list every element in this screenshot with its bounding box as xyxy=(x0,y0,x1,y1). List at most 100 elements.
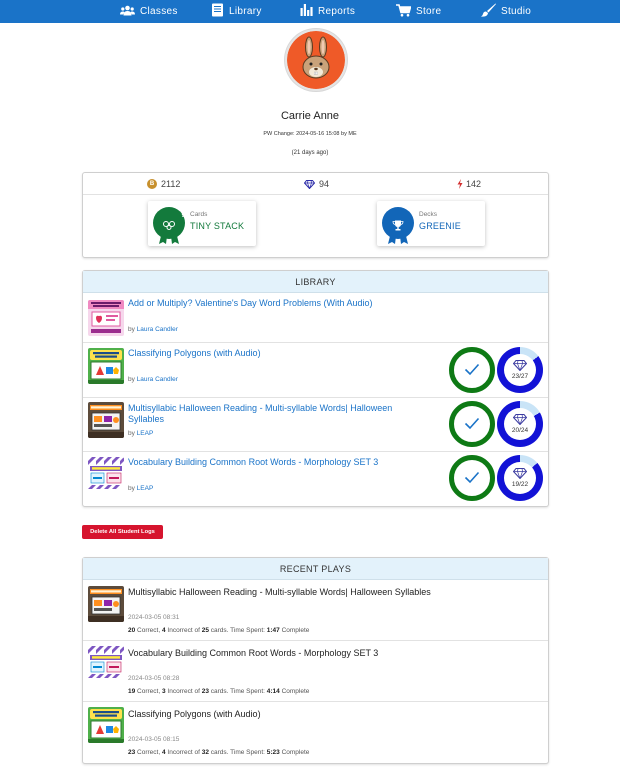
stats-row: B 2112 94 142 xyxy=(83,173,548,195)
decks-badge-label: Decks xyxy=(419,211,438,218)
time-spent: 4:14 xyxy=(266,688,280,695)
author-link[interactable]: Laura Candler xyxy=(137,326,178,333)
gem-progress-ring: 23/27 xyxy=(497,347,543,393)
byline-prefix: by xyxy=(128,376,137,383)
gem-progress-ring: 19/22 xyxy=(497,455,543,501)
byline-prefix: by xyxy=(128,430,137,437)
cards-label: cards. Time Spent: xyxy=(208,749,267,756)
library-item[interactable]: Classifying Polygons (with Audio) by Lau… xyxy=(83,343,548,398)
library-item-byline: by LEAP xyxy=(128,430,153,437)
library-item-title[interactable]: Add or Multiply? Valentine's Day Word Pr… xyxy=(128,298,428,309)
library-item-byline: by Laura Candler xyxy=(128,376,178,383)
play-date: 2024-03-05 08:28 xyxy=(128,675,180,682)
decks-ribbon-icon: 0 xyxy=(382,207,416,244)
incorrect-label: Incorrect of xyxy=(165,627,202,634)
cards-label: cards. Time Spent: xyxy=(208,627,267,634)
gems-stat: 94 xyxy=(304,179,329,189)
play-item-title[interactable]: Classifying Polygons (with Audio) xyxy=(128,709,261,719)
gem-score: 20/24 xyxy=(511,427,529,434)
top-nav: Classes Library Reports Store Studio xyxy=(0,0,620,23)
play-item[interactable]: Vocabulary Building Common Root Words - … xyxy=(83,641,548,702)
users-icon xyxy=(120,5,135,19)
time-spent: 5:23 xyxy=(266,749,280,756)
play-item-title[interactable]: Multisyllabic Halloween Reading - Multi-… xyxy=(128,587,431,597)
complete-check-icon xyxy=(449,401,495,447)
complete-label: Complete xyxy=(279,749,310,756)
library-item[interactable]: Multisyllabic Halloween Reading - Multi-… xyxy=(83,398,548,452)
thumbnail-vocabulary xyxy=(88,646,124,682)
delete-all-logs-button[interactable]: Delete All Student Logs xyxy=(82,525,163,539)
incorrect-label: Incorrect of xyxy=(165,688,202,695)
correct-label: Correct, xyxy=(135,688,162,695)
byline-prefix: by xyxy=(128,485,137,492)
nav-store-label: Store xyxy=(416,6,442,17)
incorrect-label: Incorrect of xyxy=(165,749,202,756)
play-item[interactable]: Classifying Polygons (with Audio) 2024-0… xyxy=(83,702,548,763)
days-ago-text: (21 days ago) xyxy=(291,150,329,156)
coins-value: 2112 xyxy=(161,179,181,189)
cards-badge-label: Cards xyxy=(190,211,208,218)
nav-store[interactable]: Store xyxy=(396,3,442,20)
rabbit-avatar-icon xyxy=(287,31,345,89)
library-item-title[interactable]: Multisyllabic Halloween Reading - Multi-… xyxy=(128,403,428,425)
nav-classes[interactable]: Classes xyxy=(120,5,178,19)
nav-library[interactable]: Library xyxy=(211,3,262,20)
complete-check-icon xyxy=(449,347,495,393)
byline-prefix: by xyxy=(128,326,137,333)
play-stats: 20 Correct, 4 Incorrect of 25 cards. Tim… xyxy=(128,627,309,634)
library-item-title[interactable]: Vocabulary Building Common Root Words - … xyxy=(128,457,428,468)
lightning-icon xyxy=(457,179,463,189)
play-date: 2024-03-05 08:31 xyxy=(128,614,180,621)
play-item-title[interactable]: Vocabulary Building Common Root Words - … xyxy=(128,648,378,658)
decks-badge-value: GREENIE xyxy=(419,221,461,231)
stats-panel: B 2112 94 142 94 Cards TINY STACK 0 Deck… xyxy=(82,172,549,258)
nav-library-label: Library xyxy=(229,6,262,17)
thumbnail-valentine xyxy=(88,300,124,336)
pw-change-text: PW Change: 2024-05-16 15:08 by ME xyxy=(263,131,357,137)
author-link[interactable]: LEAP xyxy=(137,485,154,492)
library-item-byline: by LEAP xyxy=(128,485,153,492)
card-count: 25 xyxy=(201,627,209,634)
cards-badge: 94 Cards TINY STACK xyxy=(148,201,256,246)
profile-name: Carrie Anne xyxy=(280,110,340,122)
avatar xyxy=(285,29,347,91)
nav-reports-label: Reports xyxy=(318,6,356,17)
play-stats: 19 Correct, 3 Incorrect of 23 cards. Tim… xyxy=(128,688,309,695)
gem-icon xyxy=(513,414,527,425)
complete-label: Complete xyxy=(279,688,310,695)
recent-plays-header: RECENT PLAYS xyxy=(83,558,548,580)
nav-reports[interactable]: Reports xyxy=(300,4,355,19)
author-link[interactable]: LEAP xyxy=(137,430,154,437)
thumbnail-halloween xyxy=(88,402,124,438)
library-header: LIBRARY xyxy=(83,271,548,293)
thumbnail-polygons xyxy=(88,707,124,743)
library-item[interactable]: Add or Multiply? Valentine's Day Word Pr… xyxy=(83,293,548,343)
bar-chart-icon xyxy=(300,4,313,19)
thumbnail-vocabulary xyxy=(88,457,124,493)
gem-icon xyxy=(304,179,315,189)
play-date: 2024-03-05 08:15 xyxy=(128,736,180,743)
recent-plays-panel: RECENT PLAYS Multisyllabic Halloween Rea… xyxy=(82,557,549,764)
nav-classes-label: Classes xyxy=(140,6,178,17)
coin-icon: B xyxy=(147,179,157,189)
correct-label: Correct, xyxy=(135,749,162,756)
bolts-value: 142 xyxy=(466,179,482,189)
nav-studio-label: Studio xyxy=(501,6,532,17)
card-count: 32 xyxy=(201,749,209,756)
cards-label: cards. Time Spent: xyxy=(208,688,267,695)
play-item[interactable]: Multisyllabic Halloween Reading - Multi-… xyxy=(83,580,548,641)
gem-score: 23/27 xyxy=(511,373,529,380)
brush-icon xyxy=(481,3,496,20)
gem-score: 19/22 xyxy=(511,481,529,488)
library-item[interactable]: Vocabulary Building Common Root Words - … xyxy=(83,452,548,507)
time-spent: 1:47 xyxy=(266,627,280,634)
author-link[interactable]: Laura Candler xyxy=(137,376,178,383)
thumbnail-polygons xyxy=(88,348,124,384)
cart-icon xyxy=(396,3,412,20)
library-item-title[interactable]: Classifying Polygons (with Audio) xyxy=(128,348,428,359)
gem-progress-ring: 20/24 xyxy=(497,401,543,447)
book-icon xyxy=(211,3,224,20)
library-panel: LIBRARY Add or Multiply? Valentine's Day… xyxy=(82,270,549,507)
nav-studio[interactable]: Studio xyxy=(481,3,531,20)
bolts-stat: 142 xyxy=(457,179,481,189)
